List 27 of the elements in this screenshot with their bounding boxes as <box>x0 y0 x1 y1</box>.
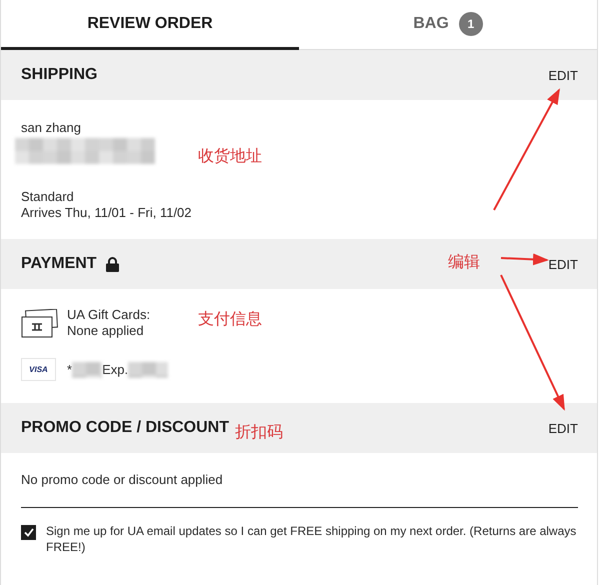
promo-status: No promo code or discount applied <box>21 472 224 488</box>
section-title: SHIPPING <box>21 66 98 84</box>
annotation-label: 收货地址 <box>198 146 262 167</box>
gift-card-icon <box>21 308 58 338</box>
annotation-arrow <box>500 253 549 266</box>
gift-card-label: UA Gift Cards: <box>67 307 150 323</box>
annotation-label: 折扣码 <box>235 422 283 443</box>
tab[interactable]: BAG 1 <box>299 0 597 50</box>
blurred-text <box>128 362 168 378</box>
delivery-date: Arrives Thu, 11/01 - Fri, 11/02 <box>21 205 193 221</box>
annotation-label: 支付信息 <box>198 309 262 330</box>
gift-card-status: None applied <box>67 323 145 339</box>
blurred-text <box>72 362 102 378</box>
checkbox[interactable] <box>21 525 36 540</box>
customer-name: san zhang <box>21 120 82 136</box>
edit-link[interactable]: EDIT <box>548 256 578 272</box>
expiry-label: Exp. <box>102 362 128 378</box>
shipping-method: Standard <box>21 189 75 205</box>
annotation-label: 编辑 <box>448 252 480 273</box>
newsletter-label: Sign me up for UA email updates so I can get FREE shipping on my next order. (Returns are always FREE!) <box>46 523 578 555</box>
edit-link[interactable]: EDIT <box>548 420 578 436</box>
edit-link[interactable]: EDIT <box>548 68 578 82</box>
count-badge: 1 <box>458 12 483 36</box>
card-brand-logo: VISA <box>21 358 56 381</box>
section-title: PROMO CODE / DISCOUNT <box>21 419 230 437</box>
section-title: PAYMENT <box>21 255 97 273</box>
card-number: * <box>67 362 72 378</box>
